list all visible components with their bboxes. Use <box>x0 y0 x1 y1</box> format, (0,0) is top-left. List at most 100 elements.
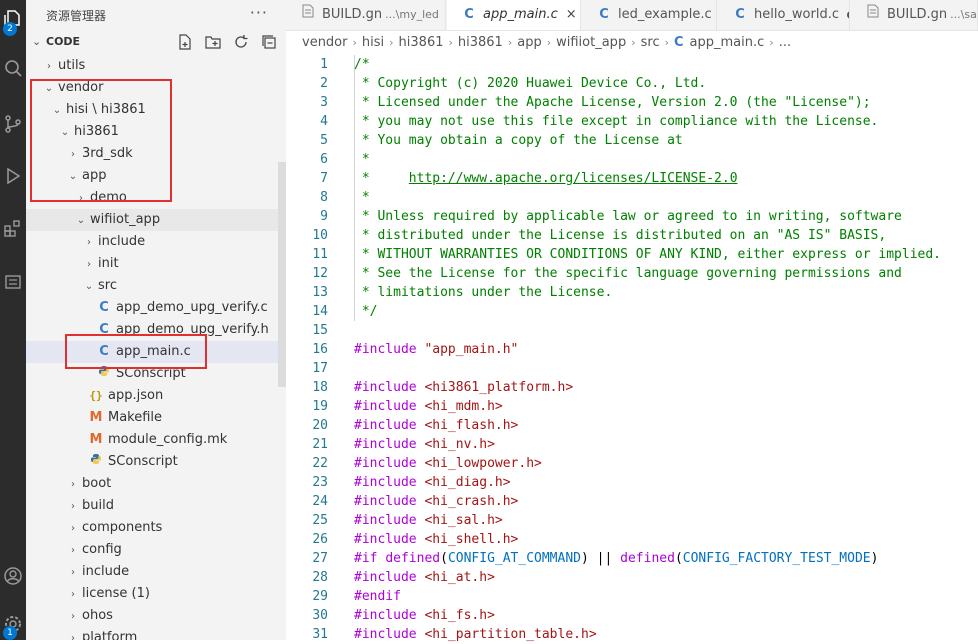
code-line[interactable]: 11 * WITHOUT WARRANTIES OR CONDITIONS OF… <box>286 245 978 264</box>
code-line[interactable]: 10 * distributed under the License is di… <box>286 226 978 245</box>
breadcrumb-item[interactable]: app <box>517 35 541 50</box>
collapse-all-icon[interactable] <box>260 33 278 51</box>
tree-item[interactable]: › ohos <box>26 605 286 627</box>
code-line[interactable]: 2 * Copyright (c) 2020 Huawei Device Co.… <box>286 74 978 93</box>
breadcrumb-item[interactable]: vendor <box>302 35 347 50</box>
code-line[interactable]: 25 #include <hi_sal.h> <box>286 511 978 530</box>
breadcrumb-item[interactable]: hisi <box>362 35 384 50</box>
chevron-right-icon[interactable]: › <box>66 518 80 540</box>
chevron-down-icon[interactable]: ⌄ <box>58 122 72 144</box>
chevron-right-icon[interactable]: › <box>82 254 96 276</box>
editor-tab[interactable]: BUILD.gn ...\my_led <box>286 0 446 30</box>
tree-item[interactable]: › include <box>26 561 286 583</box>
chevron-down-icon[interactable]: ⌄ <box>82 276 96 298</box>
new-file-icon[interactable] <box>176 33 194 51</box>
breadcrumb-item[interactable]: src <box>641 35 660 50</box>
code-line[interactable]: 4 * you may not use this file except in … <box>286 112 978 131</box>
remote-icon[interactable] <box>0 262 26 302</box>
tree-item[interactable]: › demo <box>26 187 286 209</box>
code-line[interactable]: 16 #include "app_main.h" <box>286 340 978 359</box>
extensions-icon[interactable] <box>0 208 26 248</box>
breadcrumb-item[interactable]: hi3861 <box>458 35 503 50</box>
code-line[interactable]: 14 */ <box>286 302 978 321</box>
code-line[interactable]: 13 * limitations under the License. <box>286 283 978 302</box>
editor-tab[interactable]: BUILD.gn...\sam <box>851 0 978 30</box>
chevron-down-icon[interactable]: ⌄ <box>42 78 56 100</box>
chevron-down-icon[interactable]: ⌄ <box>50 100 64 122</box>
tree-item[interactable]: › boot <box>26 473 286 495</box>
chevron-right-icon[interactable]: › <box>82 232 96 254</box>
code-line[interactable]: 1 /* <box>286 55 978 74</box>
close-icon[interactable]: × <box>566 0 577 30</box>
chevron-down-icon[interactable]: ⌄ <box>74 210 88 232</box>
code-line[interactable]: 12 * See the License for the specific la… <box>286 264 978 283</box>
code-line[interactable]: 29 #endif <box>286 587 978 606</box>
chevron-right-icon[interactable]: › <box>66 496 80 518</box>
chevron-right-icon[interactable]: › <box>42 56 56 78</box>
code-line[interactable]: 17 <box>286 359 978 378</box>
tree-item[interactable]: ⌄ hisi \ hi3861 <box>26 99 286 121</box>
code-line[interactable]: 20 #include <hi_flash.h> <box>286 416 978 435</box>
code-line[interactable]: 22 #include <hi_lowpower.h> <box>286 454 978 473</box>
code-line[interactable]: 24 #include <hi_crash.h> <box>286 492 978 511</box>
tree-item[interactable]: SConscript <box>26 363 286 385</box>
code-line[interactable]: 9 * Unless required by applicable law or… <box>286 207 978 226</box>
chevron-right-icon[interactable]: › <box>66 606 80 628</box>
run-debug-icon[interactable] <box>0 156 26 196</box>
chevron-right-icon[interactable]: › <box>66 584 80 606</box>
code-line[interactable]: 15 <box>286 321 978 340</box>
tree-item[interactable]: › 3rd_sdk <box>26 143 286 165</box>
tree-item[interactable]: Capp_main.c <box>26 341 286 363</box>
code-line[interactable]: 31 #include <hi_partition_table.h> <box>286 625 978 644</box>
code-line[interactable]: 21 #include <hi_nv.h> <box>286 435 978 454</box>
code-line[interactable]: 3 * Licensed under the Apache License, V… <box>286 93 978 112</box>
tree-item[interactable]: Mmodule_config.mk <box>26 429 286 451</box>
chevron-right-icon[interactable]: › <box>66 628 80 640</box>
refresh-icon[interactable] <box>232 33 250 51</box>
more-actions-icon[interactable]: ··· <box>250 3 268 22</box>
code-line[interactable]: 27 #if defined(CONFIG_AT_COMMAND) || defi… <box>286 549 978 568</box>
breadcrumb-item[interactable]: ... <box>779 35 791 50</box>
editor-tab[interactable]: Cled_example.c <box>582 0 717 30</box>
breadcrumb-item[interactable]: hi3861 <box>399 35 444 50</box>
workspace-section-header[interactable]: ⌄ CODE <box>26 32 286 54</box>
chevron-right-icon[interactable]: › <box>66 540 80 562</box>
editor-tab[interactable]: Capp_main.c × <box>447 0 581 30</box>
chevron-right-icon[interactable]: › <box>66 562 80 584</box>
code-line[interactable]: 5 * You may obtain a copy of the License… <box>286 131 978 150</box>
tree-item[interactable]: › platform <box>26 627 286 640</box>
account-icon[interactable] <box>0 556 26 596</box>
new-folder-icon[interactable] <box>204 33 222 51</box>
code-line[interactable]: 18 #include <hi3861_platform.h> <box>286 378 978 397</box>
tree-item[interactable]: ⌄ app <box>26 165 286 187</box>
tree-item[interactable]: › include <box>26 231 286 253</box>
code-line[interactable]: 7 * http://www.apache.org/licenses/LICEN… <box>286 169 978 188</box>
tree-item[interactable]: M Makefile <box>26 407 286 429</box>
tree-item[interactable]: ⌄ src <box>26 275 286 297</box>
search-icon[interactable] <box>0 48 26 88</box>
code-editor[interactable]: 1 /* 2 * Copyright (c) 2020 Huawei Device … <box>286 55 978 642</box>
tree-item[interactable]: ⌄ hi3861 <box>26 121 286 143</box>
editor-tab[interactable]: Chello_world.c <box>718 0 850 30</box>
tree-item[interactable]: ⌄ wifiiot_app <box>26 209 286 231</box>
code-line[interactable]: 6 * <box>286 150 978 169</box>
tree-item[interactable]: ⌄ vendor <box>26 77 286 99</box>
tree-item[interactable]: Capp_demo_upg_verify.h <box>26 319 286 341</box>
tree-item[interactable]: › init <box>26 253 286 275</box>
chevron-down-icon[interactable]: ⌄ <box>66 166 80 188</box>
code-line[interactable]: 30 #include <hi_fs.h> <box>286 606 978 625</box>
breadcrumb-item[interactable]: app_main.c <box>690 35 765 50</box>
code-line[interactable]: 8 * <box>286 188 978 207</box>
chevron-right-icon[interactable]: › <box>66 474 80 496</box>
sidebar-scrollbar[interactable] <box>278 162 286 387</box>
tree-item[interactable]: Capp_demo_upg_verify.c <box>26 297 286 319</box>
code-line[interactable]: 28 #include <hi_at.h> <box>286 568 978 587</box>
tree-item[interactable]: › config <box>26 539 286 561</box>
unsaved-dot-icon[interactable] <box>847 10 849 19</box>
tree-item[interactable]: {} app.json <box>26 385 286 407</box>
code-line[interactable]: 19 #include <hi_mdm.h> <box>286 397 978 416</box>
tree-item[interactable]: › build <box>26 495 286 517</box>
code-line[interactable]: 23 #include <hi_diag.h> <box>286 473 978 492</box>
tree-item[interactable]: › components <box>26 517 286 539</box>
tree-item[interactable]: › utils <box>26 55 286 77</box>
